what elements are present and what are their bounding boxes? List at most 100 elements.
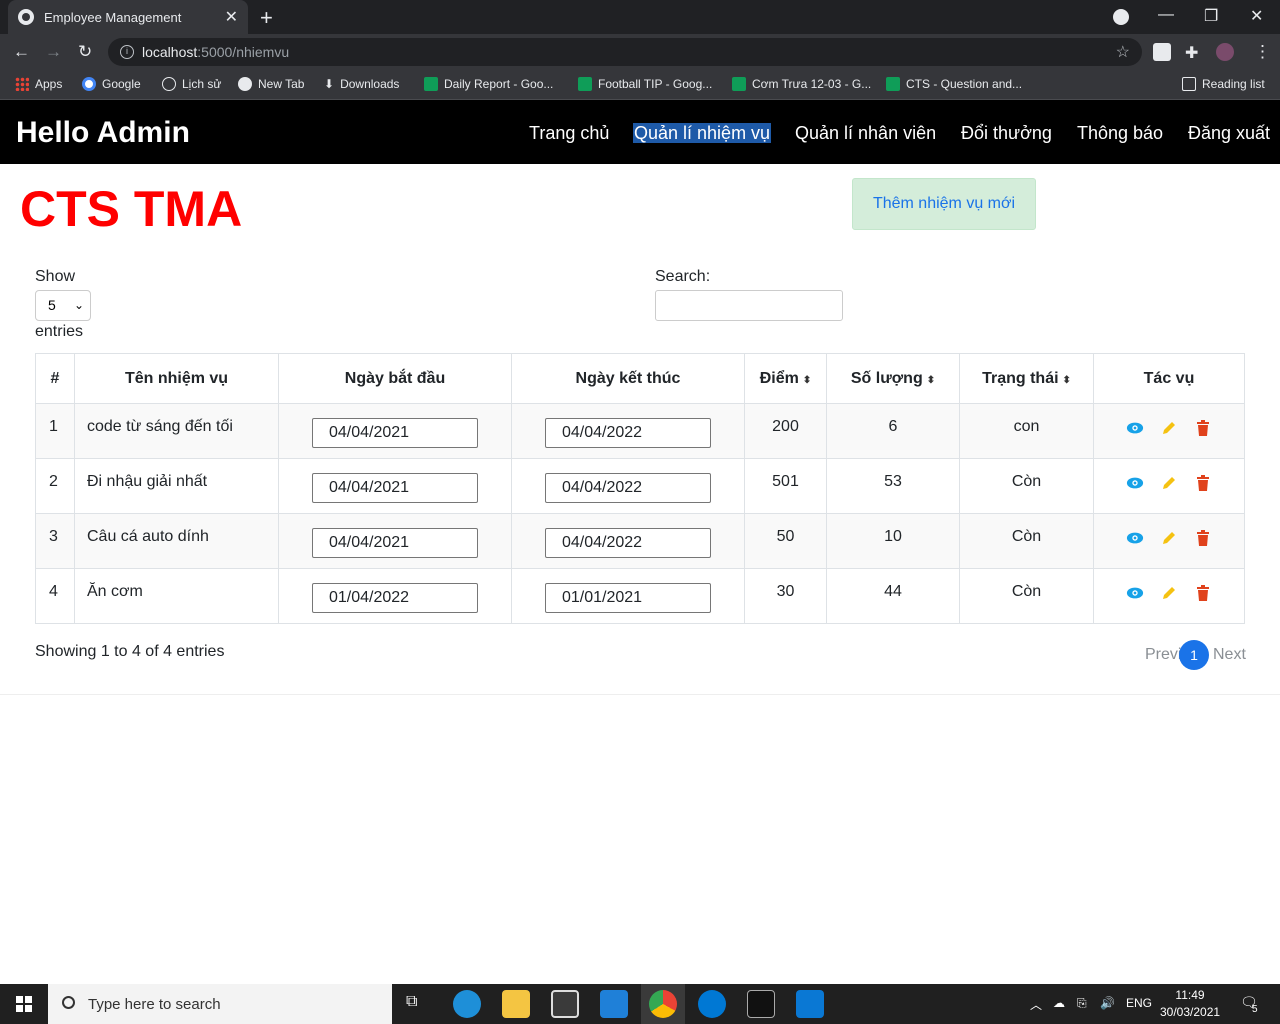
search-icon: [62, 996, 75, 1009]
task-name: Ăn cơm: [74, 568, 279, 624]
file-explorer-icon[interactable]: [502, 990, 530, 1018]
end-date-input[interactable]: 04/04/2022: [545, 528, 711, 558]
bookmark-new-tab[interactable]: New Tab: [238, 77, 304, 91]
task-status: con: [959, 403, 1094, 459]
browser-tab[interactable]: Employee Management ✕: [8, 0, 248, 34]
vscode-icon[interactable]: [796, 990, 824, 1018]
task-name: Đi nhậu giải nhất: [74, 458, 279, 514]
end-date-input[interactable]: 04/04/2022: [545, 473, 711, 503]
bookmark-history[interactable]: Lịch sử: [162, 77, 221, 91]
store-icon[interactable]: [551, 990, 579, 1018]
edit-pencil-icon[interactable]: [1160, 420, 1178, 436]
nav-dang-xuat[interactable]: Đăng xuất: [1188, 123, 1270, 144]
col-status[interactable]: Trạng thái ⬍: [959, 353, 1094, 404]
clock[interactable]: 11:49 30/03/2021: [1160, 987, 1220, 1021]
notification-count: 5: [1252, 1004, 1258, 1015]
row-number: 2: [35, 458, 75, 514]
tab-close-icon[interactable]: ✕: [225, 7, 238, 27]
show-label: Show: [35, 268, 76, 285]
bookmark-downloads[interactable]: ⬇ Downloads: [324, 77, 399, 91]
end-date-input[interactable]: 04/04/2022: [545, 418, 711, 448]
delete-trash-icon[interactable]: [1194, 420, 1212, 436]
reading-list[interactable]: Reading list: [1182, 77, 1265, 91]
pagination-page-1[interactable]: 1: [1179, 640, 1209, 670]
col-start-date[interactable]: Ngày bắt đầu: [278, 353, 512, 404]
bookmark-cts-question[interactable]: CTS - Question and...: [886, 77, 1022, 91]
nav-doi-thuong[interactable]: Đổi thưởng: [961, 123, 1052, 144]
col-number[interactable]: #: [35, 353, 75, 404]
extensions-puzzle-icon[interactable]: ✚: [1185, 43, 1203, 62]
address-bar[interactable]: i localhost:5000/nhiemvu ☆: [108, 38, 1142, 66]
onedrive-icon[interactable]: ☁: [1053, 996, 1065, 1010]
bookmark-com-trua[interactable]: Cơm Trưa 12-03 - G...: [732, 77, 871, 91]
table-info: Showing 1 to 4 of 4 entries: [35, 643, 225, 660]
skype-icon[interactable]: [698, 990, 726, 1018]
pagination-prev[interactable]: Previ: [1145, 646, 1181, 664]
bookmark-google[interactable]: Google: [82, 77, 141, 91]
clock-time: 11:49: [1175, 988, 1205, 1002]
tab-search-icon[interactable]: [1113, 9, 1129, 25]
start-date-input[interactable]: 04/04/2021: [312, 473, 478, 503]
view-eye-icon[interactable]: [1126, 420, 1144, 436]
nav-thong-bao[interactable]: Thông báo: [1077, 123, 1163, 144]
edge-icon[interactable]: [453, 990, 481, 1018]
col-end-date[interactable]: Ngày kết thúc: [511, 353, 745, 404]
bookmark-football-tip[interactable]: Football TIP - Goog...: [578, 77, 712, 91]
mail-icon[interactable]: [600, 990, 628, 1018]
language-indicator[interactable]: ENG: [1126, 996, 1152, 1010]
chevron-up-icon[interactable]: ︿: [1030, 996, 1042, 1013]
taskbar-search[interactable]: Type here to search: [48, 984, 392, 1024]
add-task-button[interactable]: Thêm nhiệm vụ mới: [852, 178, 1036, 230]
profile-avatar[interactable]: [1216, 43, 1234, 61]
forward-icon[interactable]: →: [45, 42, 62, 62]
view-eye-icon[interactable]: [1126, 475, 1144, 491]
edit-pencil-icon[interactable]: [1160, 530, 1178, 546]
bookmark-star-icon[interactable]: ☆: [1116, 42, 1130, 62]
menu-dots-icon[interactable]: ⋮: [1254, 42, 1271, 62]
col-task-name[interactable]: Tên nhiệm vụ: [74, 353, 279, 404]
start-date-input[interactable]: 04/04/2021: [312, 418, 478, 448]
view-eye-icon[interactable]: [1126, 530, 1144, 546]
task-quantity: 53: [826, 458, 960, 514]
close-window-icon[interactable]: ✕: [1250, 6, 1263, 26]
task-status: Còn: [959, 458, 1094, 514]
network-icon[interactable]: ⎘: [1077, 996, 1087, 1011]
start-date-input[interactable]: 04/04/2021: [312, 528, 478, 558]
terminal-icon[interactable]: [747, 990, 775, 1018]
reload-icon[interactable]: ↻: [78, 42, 92, 62]
start-date-input[interactable]: 01/04/2022: [312, 583, 478, 613]
pagination-next[interactable]: Next: [1213, 646, 1246, 664]
chrome-icon[interactable]: [649, 990, 677, 1018]
delete-trash-icon[interactable]: [1194, 585, 1212, 601]
minimize-icon[interactable]: —: [1158, 6, 1174, 24]
restore-icon[interactable]: ❐: [1204, 6, 1218, 26]
search-input[interactable]: [655, 290, 843, 321]
nav-quan-li-nhan-vien[interactable]: Quản lí nhân viên: [795, 123, 936, 144]
bookmark-apps[interactable]: Apps: [15, 77, 62, 91]
history-icon: [162, 77, 176, 91]
bookmark-daily-report[interactable]: Daily Report - Goo...: [424, 77, 553, 91]
windows-start-icon[interactable]: [16, 996, 32, 1012]
delete-trash-icon[interactable]: [1194, 475, 1212, 491]
new-tab-button[interactable]: +: [260, 5, 273, 31]
task-name: Câu cá auto dính: [74, 513, 279, 569]
task-points: 200: [744, 403, 827, 459]
view-eye-icon[interactable]: [1126, 585, 1144, 601]
edit-pencil-icon[interactable]: [1160, 585, 1178, 601]
col-points[interactable]: Điểm ⬍: [744, 353, 827, 404]
url-path: :5000/nhiemvu: [197, 44, 290, 60]
nav-quan-li-nhiem-vu[interactable]: Quản lí nhiệm vụ: [633, 123, 772, 143]
nav-trang-chu[interactable]: Trang chủ: [529, 123, 609, 144]
col-quantity[interactable]: Số lượng ⬍: [826, 353, 960, 404]
edit-pencil-icon[interactable]: [1160, 475, 1178, 491]
entries-length-select[interactable]: 5 ⌄: [35, 290, 91, 321]
info-icon[interactable]: i: [120, 45, 134, 59]
task-status: Còn: [959, 513, 1094, 569]
translate-extension-icon[interactable]: [1153, 43, 1171, 61]
task-view-icon[interactable]: ⧉: [406, 993, 417, 1011]
task-points: 501: [744, 458, 827, 514]
end-date-input[interactable]: 01/01/2021: [545, 583, 711, 613]
volume-icon[interactable]: 🔊: [1100, 996, 1115, 1010]
delete-trash-icon[interactable]: [1194, 530, 1212, 546]
back-icon[interactable]: ←: [13, 42, 30, 62]
